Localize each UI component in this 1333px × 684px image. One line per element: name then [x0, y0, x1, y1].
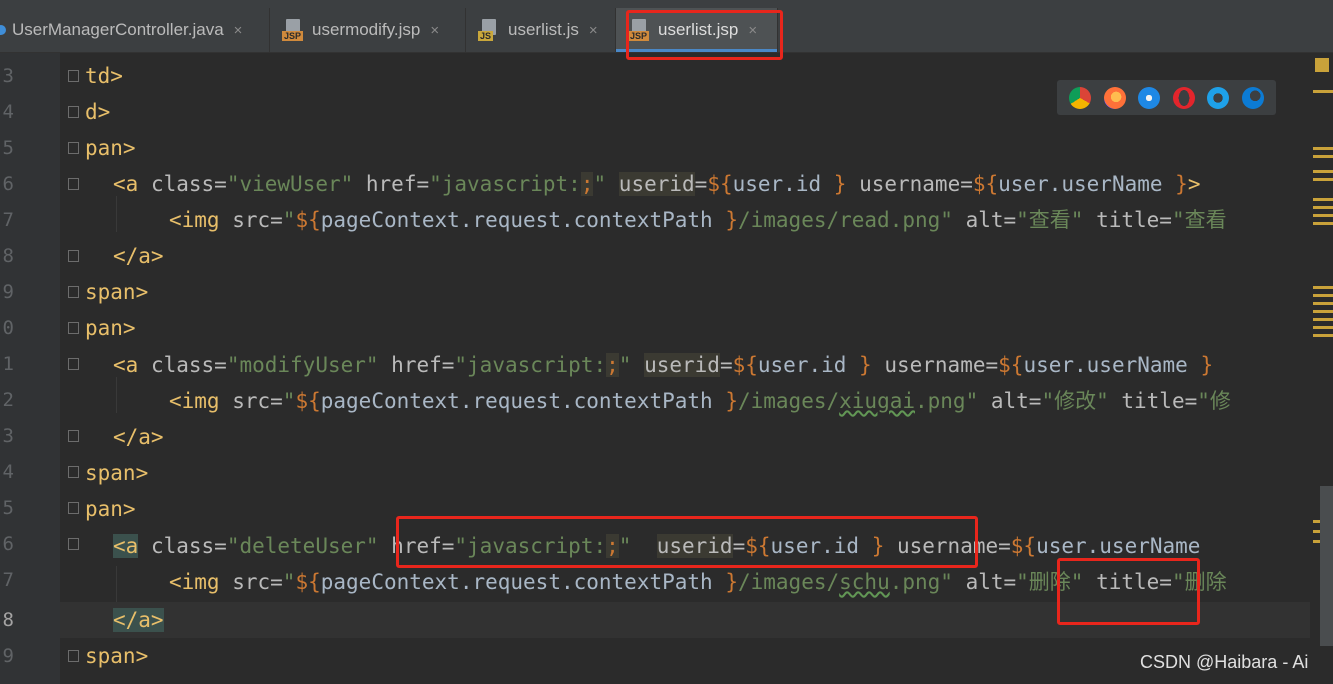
tab-usermanagercontroller[interactable]: UserManagerController.java × [0, 8, 270, 52]
tab-label: userlist.js [508, 20, 579, 39]
line-number: 4 [2, 461, 14, 483]
fold-column [60, 53, 80, 684]
js-file-icon: JS [478, 19, 500, 41]
code-line: pan> [85, 136, 136, 160]
annotation-box-alt [1057, 558, 1200, 625]
code-line: pan> [85, 497, 136, 521]
marker[interactable] [1313, 294, 1333, 297]
line-number-gutter: 3 4 5 6 7 8 9 0 1 2 3 4 5 6 7 8 9 [0, 53, 60, 684]
code-line: <img src="${pageContext.request.contextP… [169, 389, 1231, 413]
line-number: 6 [2, 173, 14, 195]
close-icon[interactable]: × [430, 22, 439, 39]
line-number: 5 [2, 137, 14, 159]
line-number: 3 [2, 425, 14, 447]
tab-usermodify[interactable]: JSP usermodify.jsp × [270, 8, 466, 52]
line-number: 4 [2, 101, 14, 123]
line-number: 7 [2, 569, 14, 591]
marker[interactable] [1313, 198, 1333, 201]
tab-label: usermodify.jsp [312, 20, 421, 39]
line-number: 9 [2, 645, 14, 667]
jsp-file-icon: JSP [282, 19, 304, 41]
title-strip [0, 0, 1333, 8]
safari-icon[interactable] [1138, 86, 1161, 109]
marker[interactable] [1313, 206, 1333, 209]
marker[interactable] [1313, 302, 1333, 305]
code-line: <a class="modifyUser" href="javascript:;… [113, 353, 1214, 377]
marker[interactable] [1313, 147, 1333, 150]
annotation-box-href [396, 516, 978, 568]
marker[interactable] [1313, 178, 1333, 181]
marker[interactable] [1313, 155, 1333, 158]
code-line: span> [85, 644, 149, 668]
fold-marker-icon[interactable] [68, 430, 79, 442]
fold-marker-icon[interactable] [68, 466, 79, 478]
code-line: td> [85, 64, 123, 88]
marker[interactable] [1313, 286, 1333, 289]
marker[interactable] [1313, 334, 1333, 337]
line-number: 8 [2, 245, 14, 267]
fold-marker-icon[interactable] [68, 286, 79, 298]
line-number: 6 [2, 533, 14, 555]
code-line: <img src="${pageContext.request.contextP… [169, 208, 1227, 232]
java-class-icon [0, 25, 6, 35]
edge-icon[interactable] [1241, 86, 1264, 109]
close-icon[interactable]: × [589, 22, 598, 39]
tab-userlist-js[interactable]: JS userlist.js × [466, 8, 616, 52]
marker[interactable] [1313, 222, 1333, 225]
marker[interactable] [1313, 326, 1333, 329]
annotation-box-tab [626, 10, 783, 60]
fold-marker-icon[interactable] [68, 70, 79, 82]
indent-guide [116, 566, 117, 602]
fold-marker-icon[interactable] [68, 106, 79, 118]
code-line: </a> [113, 425, 164, 449]
fold-marker-icon[interactable] [68, 178, 79, 190]
code-line: span> [85, 280, 149, 304]
browser-preview-bar [1057, 80, 1276, 115]
tab-label: UserManagerController.java [12, 20, 224, 39]
line-number: 8 [2, 609, 14, 631]
line-number: 3 [2, 65, 14, 87]
fold-marker-icon[interactable] [68, 502, 79, 514]
fold-marker-icon[interactable] [68, 250, 79, 262]
code-line: <a class="viewUser" href="javascript:;" … [113, 172, 1201, 196]
line-number: 0 [2, 317, 14, 339]
marker[interactable] [1313, 310, 1333, 313]
marker[interactable] [1313, 170, 1333, 173]
marker[interactable] [1313, 90, 1333, 93]
code-line: </a> [113, 244, 164, 268]
line-number: 2 [2, 389, 14, 411]
fold-marker-icon[interactable] [68, 538, 79, 550]
opera-icon[interactable] [1172, 86, 1195, 109]
ie-icon[interactable] [1207, 86, 1230, 109]
line-number: 1 [2, 353, 14, 375]
fold-marker-icon[interactable] [68, 142, 79, 154]
scrollbar-thumb[interactable] [1320, 486, 1333, 646]
marker[interactable] [1313, 214, 1333, 217]
code-line: </a> [113, 608, 164, 632]
fold-marker-icon[interactable] [68, 322, 79, 334]
line-number: 7 [2, 209, 14, 231]
watermark-text: CSDN @Haibara - Ai [1140, 652, 1309, 672]
code-line: d> [85, 100, 111, 124]
warning-marker-icon[interactable] [1315, 58, 1329, 72]
line-number: 5 [2, 497, 14, 519]
code-line: span> [85, 461, 149, 485]
fold-marker-icon[interactable] [68, 358, 79, 370]
marker[interactable] [1313, 318, 1333, 321]
code-line: pan> [85, 316, 136, 340]
close-icon[interactable]: × [234, 22, 243, 39]
chrome-icon[interactable] [1069, 86, 1092, 109]
fold-marker-icon[interactable] [68, 650, 79, 662]
firefox-icon[interactable] [1103, 86, 1126, 109]
line-number: 9 [2, 281, 14, 303]
